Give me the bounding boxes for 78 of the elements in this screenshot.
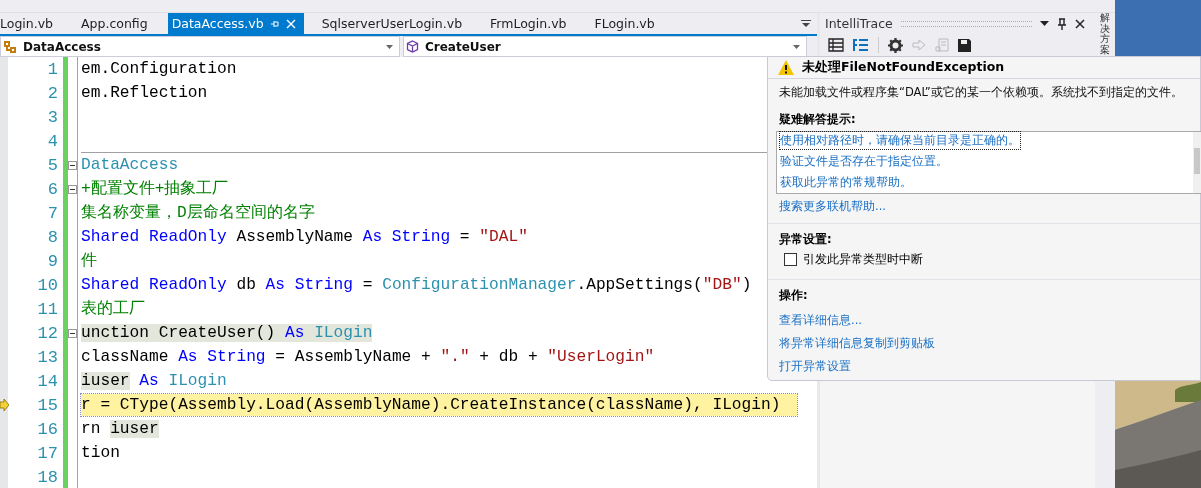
line-number: 17 [37, 443, 58, 463]
tab-label: SqlserverUserLogin.vb [321, 16, 463, 31]
checkbox[interactable] [784, 253, 797, 266]
line-number: 9 [47, 251, 58, 271]
action-link[interactable]: 将异常详细信息复制到剪贴板 [768, 336, 946, 351]
code-line: iuser As ILogin [81, 371, 227, 392]
close-icon[interactable] [1075, 18, 1085, 29]
line-number: 4 [47, 131, 58, 151]
document-tab[interactable]: SqlserverUserLogin.vb [321, 13, 473, 34]
code-line: 集名称变量，D层命名空间的名字 [81, 202, 315, 224]
warning-icon [778, 60, 794, 75]
code-line: em.Reflection [81, 83, 208, 104]
line-number: 13 [37, 347, 58, 367]
checkbox-label[interactable]: 引发此异常类型时中断 [803, 252, 923, 267]
code-line: unction CreateUser() As ILogin [81, 323, 373, 344]
line-number: 18 [37, 467, 58, 487]
line-number: 3 [47, 107, 58, 127]
tree-icon[interactable] [853, 38, 869, 52]
document-tab[interactable]: FrmLogin.vb [490, 13, 577, 34]
action-link[interactable]: 打开异常设置 [768, 359, 862, 374]
line-number: 1 [47, 59, 58, 79]
action-link[interactable]: 查看详细信息... [768, 313, 873, 328]
exception-message: 未能加载文件或程序集“DAL”或它的某一个依赖项。系统找不到指定的文件。 [778, 84, 1184, 101]
line-number: 8 [47, 227, 58, 247]
cube-icon [406, 40, 419, 53]
collapse-icon[interactable] [68, 160, 77, 170]
line-number: 11 [37, 299, 58, 319]
collapse-icon[interactable] [68, 184, 77, 194]
line-number: 16 [37, 419, 58, 439]
member-dropdown[interactable]: CreateUser [403, 36, 807, 57]
document-tab[interactable]: FLogin.vb [594, 13, 665, 34]
line-number: 14 [37, 371, 58, 391]
panel-title: IntelliTrace [825, 16, 893, 31]
code-line: className As String = AssemblyName + "." + db + "UserLogin" [81, 347, 655, 368]
code-line: em.Configuration [81, 59, 237, 80]
tab-label: DataAccess.vb [171, 16, 264, 31]
tip-link[interactable]: 获取此异常的常规帮助。 [780, 174, 912, 191]
caret-icon[interactable] [1040, 21, 1049, 26]
section-heading: 异常设置: [778, 231, 833, 248]
caret-icon [793, 44, 800, 49]
document-tab[interactable]: App.config [81, 13, 158, 34]
scroll-bar[interactable] [1193, 132, 1201, 193]
tab-label: FLogin.vb [594, 16, 655, 31]
code-line: 件 [81, 251, 97, 272]
line-number: 5 [47, 155, 58, 175]
tip-link[interactable]: 验证文件是否存在于指定位置。 [780, 153, 948, 170]
line-number: 6 [47, 179, 58, 199]
code-line: Shared ReadOnly AssemblyName As String = "DAL" [81, 227, 528, 248]
code-line: Shared ReadOnly db As String = ConfigurationManager.AppSettings("DB") [81, 275, 752, 296]
line-number: 10 [37, 275, 58, 295]
code-line: +配置文件+抽象工厂 [81, 178, 229, 200]
save-icon[interactable] [958, 38, 971, 52]
line-number: 2 [47, 83, 58, 103]
class-icon [3, 39, 17, 54]
code-line: DataAccess [81, 155, 179, 176]
code-line: rn iuser [81, 419, 159, 440]
tab-label: FrmLogin.vb [490, 16, 567, 31]
dropdown-icon[interactable] [801, 19, 811, 28]
settings-icon[interactable] [888, 37, 903, 53]
list-icon[interactable] [828, 38, 844, 52]
code-line: 表的工厂 [81, 299, 145, 320]
section-heading: 操作: [778, 287, 809, 304]
tip-link[interactable]: 使用相对路径时，请确保当前目录是正确的。 [780, 132, 1020, 149]
pin-icon[interactable] [1057, 17, 1067, 30]
caret-icon [386, 44, 393, 49]
code-line: tion [81, 443, 120, 464]
section-heading: 疑难解答提示: [778, 111, 857, 128]
document-tab[interactable]: Login.vb [0, 13, 64, 34]
type-dropdown[interactable]: DataAccess [0, 36, 400, 57]
collapse-icon[interactable] [68, 328, 77, 338]
tab-label: App.config [81, 16, 148, 31]
line-number: 7 [47, 203, 58, 223]
help-link[interactable]: 搜索更多联机帮助... [768, 199, 897, 214]
line-number: 15 [37, 395, 58, 415]
tab-label: Login.vb [0, 16, 54, 31]
line-number: 12 [37, 323, 58, 343]
arrow-icon [0, 399, 9, 411]
exception-title: 未处理FileNotFoundException [802, 59, 1005, 76]
